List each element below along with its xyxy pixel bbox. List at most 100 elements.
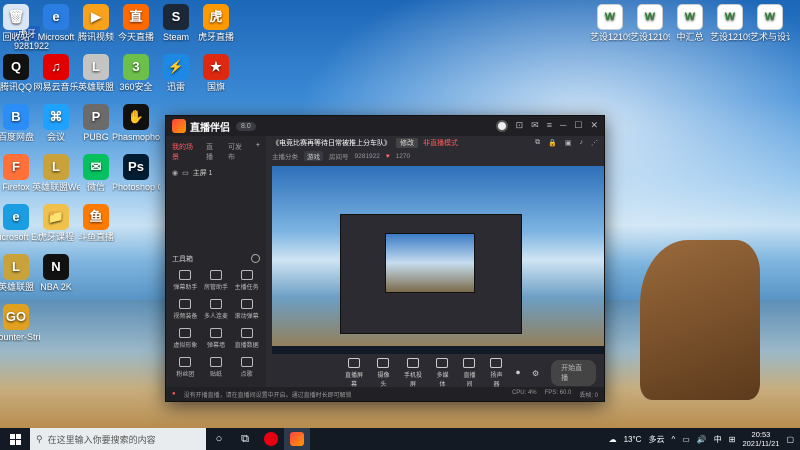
- desktop-icon[interactable]: ★ 国旗: [192, 54, 240, 92]
- skin-icon[interactable]: ⊡: [516, 120, 524, 132]
- desktop-icon[interactable]: GO Counter-Strike Global Off...: [0, 304, 40, 342]
- stream-preview[interactable]: [272, 166, 604, 354]
- tool-item[interactable]: 点歌: [231, 357, 262, 378]
- volume-icon[interactable]: 🔊: [697, 435, 707, 444]
- window-titlebar[interactable]: 直播伴侣 8.0 ⊡ ✉ ≡ ─ ☐ ✕: [166, 116, 604, 136]
- cortana-icon[interactable]: ○: [206, 428, 232, 450]
- tool-item[interactable]: 主播任务: [231, 270, 262, 291]
- source-action-label: 手机投屏: [403, 373, 422, 388]
- desktop-icon[interactable]: Ps Photoshop CS6: [112, 154, 160, 192]
- tool-item[interactable]: 弹幕墙: [201, 328, 232, 349]
- clock[interactable]: 20:53 2021/11/21: [742, 430, 779, 448]
- tool-icon: [240, 299, 253, 309]
- app-icon: L: [3, 254, 29, 280]
- heart-icon: ♥: [385, 152, 390, 160]
- network-icon[interactable]: ▭: [682, 435, 690, 444]
- tool-item[interactable]: 虚拟形象: [170, 328, 201, 349]
- record-icon[interactable]: ⏺: [516, 368, 520, 378]
- source-action[interactable]: 摄像头: [376, 358, 391, 388]
- minimize-icon[interactable]: ─: [560, 120, 566, 132]
- avatar[interactable]: [495, 120, 508, 132]
- app-icon: L: [43, 154, 69, 180]
- close-icon[interactable]: ✕: [590, 120, 598, 132]
- taskbar-app-netease[interactable]: [258, 428, 284, 450]
- tool-item[interactable]: 直播数据: [231, 328, 262, 349]
- lock-icon[interactable]: 🔒: [548, 139, 557, 147]
- edit-room-button[interactable]: 修改: [396, 138, 418, 148]
- app-icon: B: [3, 104, 29, 130]
- desktop-icon[interactable]: 鱼斗鱼直播: [72, 204, 120, 242]
- toolbox-grid: 弹幕助手 房管助手 主播任务视频装备 多人连麦 滚动弹幕虚拟形象 弹幕墙 直播数据粉丝团 贴纸…: [170, 270, 262, 378]
- desktop-document[interactable]: W 艺术与设计学院第十周...: [750, 4, 790, 42]
- settings-icon[interactable]: ⚙: [532, 369, 539, 378]
- room-tools: ⧉ 🔒 ▣ ♪ ⋰: [535, 139, 598, 147]
- tool-item[interactable]: 滚动弹幕: [231, 299, 262, 320]
- desktop-icon-label: NBA 2K: [40, 282, 72, 292]
- weather-temp[interactable]: 13°C: [624, 435, 642, 444]
- toolbox-header: 工具箱: [172, 254, 260, 264]
- share-screen-icon[interactable]: ⧉: [535, 139, 540, 147]
- tool-icon: [240, 270, 253, 280]
- source-action-icon: [436, 358, 449, 368]
- tool-item[interactable]: 粉丝团: [170, 357, 201, 378]
- tab-publish[interactable]: 可发布: [228, 142, 246, 162]
- message-icon[interactable]: ✉: [531, 120, 539, 132]
- app-icon: Ps: [123, 154, 149, 180]
- shop-icon[interactable]: ▣: [565, 139, 572, 147]
- scene-item[interactable]: ◉ ▭ 主屏 1: [166, 166, 266, 180]
- maximize-icon[interactable]: ☐: [574, 120, 582, 132]
- gear-icon[interactable]: [251, 254, 260, 263]
- source-action[interactable]: 直播间: [462, 358, 477, 388]
- share-icon[interactable]: ⋰: [591, 139, 598, 147]
- app-icon: e: [43, 4, 69, 30]
- tool-item[interactable]: 多人连麦: [201, 299, 232, 320]
- tab-my-scenes[interactable]: 我的场景: [172, 142, 196, 162]
- notification-icon[interactable]: ▢: [786, 435, 794, 444]
- desktop-document[interactable]: W 艺设12109班作业: [630, 4, 670, 42]
- preview-nested-window-2: [385, 233, 475, 293]
- desktop-icon[interactable]: 虎虎牙直播: [192, 4, 240, 42]
- eye-icon[interactable]: ◉: [172, 169, 178, 177]
- add-scene-icon[interactable]: +: [256, 142, 260, 162]
- tool-item[interactable]: 弹幕助手: [170, 270, 201, 291]
- desktop-document[interactable]: W 中汇总: [670, 4, 710, 42]
- dropped-frames-metric: 丢帧: 0: [579, 392, 598, 399]
- source-action[interactable]: 多媒体: [435, 358, 450, 388]
- source-action[interactable]: 手机投屏: [403, 358, 423, 388]
- desktop-icon[interactable]: N NBA 2K: [32, 254, 80, 292]
- app-icon: 🗑: [3, 4, 29, 30]
- category-label: 主播分类: [272, 154, 298, 161]
- desktop-document[interactable]: W 艺设12109班大作业...: [590, 4, 630, 42]
- tool-item[interactable]: 房管助手: [201, 270, 232, 291]
- menu-icon[interactable]: ≡: [547, 120, 552, 132]
- taskbar-search[interactable]: ⚲ 在这里输入你要搜索的内容: [30, 428, 206, 450]
- input-icon[interactable]: ⊞: [729, 435, 736, 444]
- ime-indicator[interactable]: 中: [714, 434, 722, 445]
- tool-item[interactable]: 贴纸: [201, 357, 232, 378]
- taskbar-app-live-companion[interactable]: [284, 428, 310, 450]
- task-view-icon[interactable]: ⧉: [232, 428, 258, 450]
- start-live-button[interactable]: 开始直播: [551, 360, 596, 386]
- weather-desc[interactable]: 多云: [648, 434, 664, 445]
- tool-label: 弹幕墙: [206, 343, 225, 349]
- desktop-document[interactable]: W 艺设12109班主题班日记...: [710, 4, 750, 42]
- source-action[interactable]: 扬声器: [489, 358, 504, 388]
- desktop-document-label: 艺设12109班大作业...: [590, 32, 630, 42]
- app-icon: P: [83, 104, 109, 130]
- chevron-up-icon[interactable]: ^: [671, 435, 675, 444]
- room-info-row: 主播分类 游戏 房间号 9281922 ♥ 1270: [266, 150, 604, 162]
- tool-label: 多人连麦: [203, 314, 228, 320]
- search-icon: ⚲: [36, 433, 43, 444]
- status-warning: 没有开播直播，请在直播间设置中开启。通过直播时长即可解锁: [183, 392, 352, 399]
- app-icon: F: [3, 154, 29, 180]
- desktop-icon-label: 国旗: [206, 82, 225, 92]
- version-pill[interactable]: 8.0: [236, 121, 256, 131]
- category-pill[interactable]: 游戏: [304, 151, 323, 161]
- start-button[interactable]: [0, 433, 30, 445]
- tool-item[interactable]: 视频装备: [170, 299, 201, 320]
- source-action[interactable]: 直播屏幕: [344, 358, 364, 388]
- bell-icon[interactable]: ♪: [580, 139, 584, 147]
- desktop-icon[interactable]: ✋ Phasmophobia: [112, 104, 160, 142]
- app-icon: 直: [123, 4, 149, 30]
- tab-live[interactable]: 直播: [206, 142, 218, 162]
